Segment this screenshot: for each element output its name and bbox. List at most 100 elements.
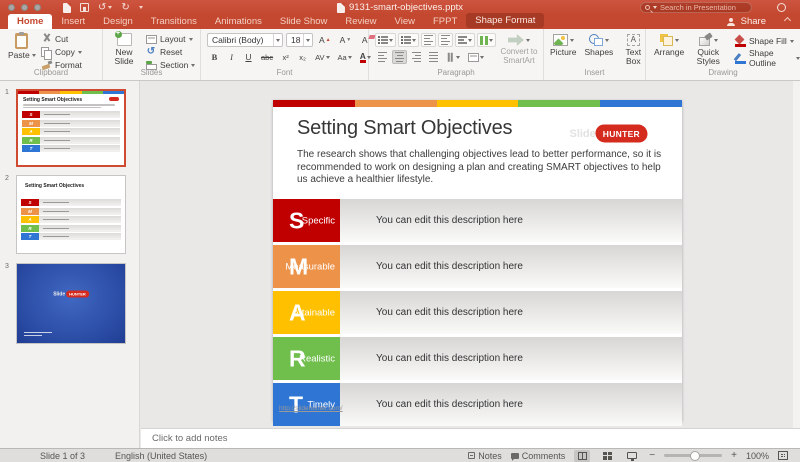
align-left-button[interactable] [375, 50, 390, 64]
numbering-button[interactable] [398, 33, 419, 47]
shapes-button[interactable]: Shapes [584, 34, 613, 67]
new-document-icon[interactable] [63, 3, 71, 13]
shape-outline-button[interactable]: Shape Outline [734, 52, 800, 64]
zoom-out-button[interactable]: − [649, 452, 655, 460]
character-spacing-button[interactable]: AV [312, 50, 332, 64]
subscript-button[interactable]: x₂ [295, 50, 310, 64]
slideshow-view-button[interactable] [624, 450, 640, 462]
reset-icon: ↺ [145, 46, 157, 58]
smart-row-specific[interactable]: S Specific You can edit this description… [273, 199, 682, 242]
comments-toggle-button[interactable]: Comments [511, 451, 566, 461]
tab-review[interactable]: Review [336, 14, 385, 29]
text-box-button[interactable]: A Text Box [621, 34, 645, 67]
line-spacing-button[interactable] [455, 33, 475, 47]
smart-row-description[interactable]: You can edit this description here [376, 399, 523, 410]
layout-button[interactable]: Layout [145, 33, 195, 45]
notes-pane[interactable]: Click to add notes [141, 428, 800, 448]
slide-thumbnail-3[interactable]: Slide HUNTER [16, 263, 126, 344]
ribbon-tab-bar: Home Insert Design Transitions Animation… [0, 15, 800, 29]
smart-row-description[interactable]: You can edit this description here [376, 307, 523, 318]
collapse-ribbon-icon[interactable] [784, 17, 791, 24]
search-input[interactable]: Search in Presentation [640, 2, 752, 13]
vertical-scrollbar[interactable] [793, 81, 800, 448]
fit-slide-to-window-button[interactable] [778, 451, 788, 460]
italic-button[interactable]: I [224, 50, 239, 64]
tab-shape-format[interactable]: Shape Format [466, 13, 544, 28]
shrink-font-button[interactable]: A▼ [337, 33, 355, 47]
quick-styles-button[interactable]: Quick Styles [694, 34, 722, 67]
slide-editor[interactable]: Setting Smart Objectives Slide HUNTER Th… [273, 100, 682, 421]
search-icon [645, 5, 650, 10]
slide-sorter-view-button[interactable] [599, 450, 615, 462]
feedback-smiley-icon[interactable] [777, 3, 786, 12]
tab-fppt[interactable]: FPPT [424, 14, 466, 29]
window-close-button[interactable] [8, 4, 15, 11]
window-minimize-button[interactable] [21, 4, 28, 11]
editor-canvas[interactable]: Setting Smart Objectives Slide HUNTER Th… [141, 81, 793, 428]
normal-view-button[interactable] [574, 450, 590, 462]
convert-to-smartart-button[interactable]: Convert to SmartArt [497, 34, 541, 66]
customize-toolbar-icon[interactable] [139, 6, 143, 9]
align-right-button[interactable] [409, 50, 424, 64]
group-label-insert: Insert [544, 68, 645, 77]
copy-button[interactable]: Copy [40, 46, 82, 58]
redo-icon[interactable]: ↻ [121, 3, 129, 13]
font-name-select[interactable]: Calibri (Body) [207, 33, 283, 47]
share-button[interactable]: Share [727, 16, 800, 29]
notes-toggle-button[interactable]: Notes [468, 451, 502, 461]
tab-insert[interactable]: Insert [52, 14, 94, 29]
increase-indent-button[interactable] [438, 33, 453, 47]
bold-button[interactable]: B [207, 50, 222, 64]
window-zoom-button[interactable] [34, 4, 41, 11]
justify-button[interactable] [426, 50, 441, 64]
change-case-button[interactable]: Aa [335, 50, 355, 64]
zoom-slider[interactable] [664, 454, 722, 457]
undo-icon[interactable]: ↺ [98, 3, 112, 13]
decrease-indent-button[interactable] [421, 33, 436, 47]
tab-view[interactable]: View [386, 14, 424, 29]
slide-description[interactable]: The research shows that challenging obje… [297, 149, 669, 187]
arrange-button[interactable]: Arrange [654, 34, 684, 67]
columns-button[interactable] [477, 33, 496, 47]
ribbon-group-slides: New Slide Layout ↺ Reset Section Slides [103, 29, 201, 80]
superscript-button[interactable]: x² [278, 50, 293, 64]
shape-fill-button[interactable]: Shape Fill [734, 35, 800, 47]
slide-title[interactable]: Setting Smart Objectives [297, 117, 512, 140]
picture-button[interactable]: Picture [550, 34, 576, 67]
smart-rows: S Specific You can edit this description… [273, 199, 682, 429]
font-size-select[interactable]: 18 [286, 33, 313, 47]
zoom-percentage[interactable]: 100% [746, 451, 769, 461]
tab-slide-show[interactable]: Slide Show [271, 14, 337, 29]
tab-transitions[interactable]: Transitions [142, 14, 206, 29]
slide-thumbnail-2[interactable]: Setting Smart Objectives S M A R T [16, 175, 126, 254]
align-text-button[interactable] [465, 50, 487, 64]
slidehunter-link[interactable]: http://slidehunter.com/ [279, 405, 343, 412]
smart-row-realistic[interactable]: R Realistic You can edit this descriptio… [273, 337, 682, 380]
paste-button[interactable]: Paste [8, 33, 36, 60]
text-direction-button[interactable] [443, 50, 463, 64]
align-center-button[interactable] [392, 50, 407, 64]
tab-animations[interactable]: Animations [206, 14, 271, 29]
underline-button[interactable]: U [241, 50, 256, 64]
strikethrough-button[interactable]: abc [258, 50, 276, 64]
zoom-slider-knob[interactable] [690, 451, 700, 461]
smart-row-description[interactable]: You can edit this description here [376, 215, 523, 226]
zoom-in-button[interactable]: + [731, 452, 737, 460]
tab-home[interactable]: Home [8, 14, 52, 29]
grow-font-button[interactable]: A▲ [316, 33, 334, 47]
smart-row-description[interactable]: You can edit this description here [376, 261, 523, 272]
smart-row-measurable[interactable]: M Measurable You can edit this descripti… [273, 245, 682, 288]
new-slide-button[interactable]: New Slide [109, 33, 139, 67]
cut-button[interactable]: Cut [40, 33, 82, 45]
smart-row-description[interactable]: You can edit this description here [376, 353, 523, 364]
language-indicator[interactable]: English (United States) [115, 451, 207, 461]
reset-button[interactable]: ↺ Reset [145, 46, 195, 58]
ribbon-group-insert: Picture Shapes A Text Box Insert [544, 29, 646, 80]
bullets-button[interactable] [375, 33, 396, 47]
notes-placeholder: Click to add notes [152, 433, 228, 444]
slidehunter-logo: Slide HUNTER [569, 126, 646, 141]
tab-design[interactable]: Design [94, 14, 142, 29]
save-icon[interactable] [80, 3, 89, 12]
smart-row-attainable[interactable]: A Attainable You can edit this descripti… [273, 291, 682, 334]
slide-thumbnail-1[interactable]: Setting Smart Objectives S M A R T [16, 89, 126, 167]
